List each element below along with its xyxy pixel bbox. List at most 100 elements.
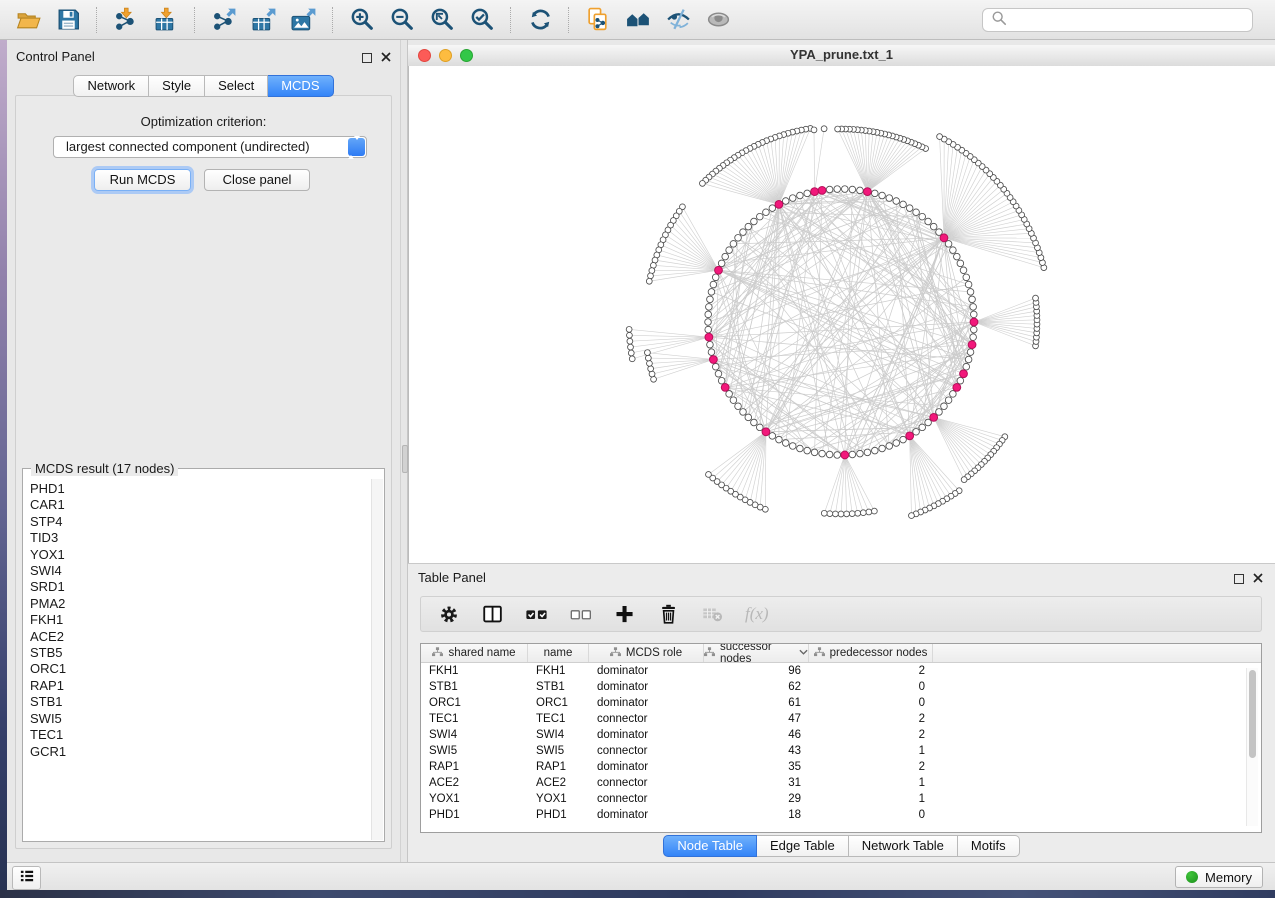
mcds-result-item[interactable]: TEC1 xyxy=(30,727,370,743)
run-mcds-button[interactable]: Run MCDS xyxy=(94,169,191,191)
mcds-result-item[interactable]: STB1 xyxy=(30,694,370,710)
hide-selected-icon[interactable] xyxy=(663,5,693,35)
tab-node-table[interactable]: Node Table xyxy=(663,835,757,857)
table-scrollbar[interactable] xyxy=(1246,668,1258,826)
table-scrollbar-thumb[interactable] xyxy=(1249,670,1256,758)
first-neighbors-icon[interactable] xyxy=(623,5,653,35)
status-bar: Memory xyxy=(7,862,1275,890)
mcds-result-item[interactable]: STB5 xyxy=(30,645,370,661)
column-header-MCDS-role[interactable]: MCDS role xyxy=(589,644,704,662)
table-row[interactable]: PHD1PHD1dominator180 xyxy=(421,807,1261,823)
refresh-icon[interactable] xyxy=(525,5,555,35)
cell-shared-name: ORC1 xyxy=(421,697,528,709)
deselect-all-icon[interactable] xyxy=(569,602,593,626)
network-graph[interactable] xyxy=(409,66,1274,563)
cell-name: TEC1 xyxy=(528,713,589,725)
search-input[interactable] xyxy=(1013,12,1252,29)
zoom-selected-icon[interactable] xyxy=(467,5,497,35)
show-all-icon[interactable] xyxy=(703,5,733,35)
float-panel-icon[interactable] xyxy=(362,53,372,63)
select-all-icon[interactable] xyxy=(525,602,549,626)
cell-MCDS-role: dominator xyxy=(589,729,704,741)
maximize-window-icon[interactable] xyxy=(460,49,473,62)
table-row[interactable]: FKH1FKH1dominator962 xyxy=(421,663,1261,679)
export-network-icon[interactable] xyxy=(209,5,239,35)
cell-successor-nodes: 35 xyxy=(704,761,809,773)
tab-select[interactable]: Select xyxy=(205,75,268,97)
close-panel-button[interactable]: Close panel xyxy=(204,169,310,191)
table-row[interactable]: ACE2ACE2connector311 xyxy=(421,775,1261,791)
mcds-result-item[interactable]: YOX1 xyxy=(30,547,370,563)
mcds-result-item[interactable]: PMA2 xyxy=(30,596,370,612)
dropdown-stepper-icon xyxy=(348,138,365,156)
network-window-titlebar[interactable]: YPA_prune.txt_1 xyxy=(408,45,1275,67)
save-file-icon[interactable] xyxy=(53,5,83,35)
tab-mcds[interactable]: MCDS xyxy=(268,75,333,97)
mcds-result-item[interactable]: TID3 xyxy=(30,530,370,546)
tab-edge-table[interactable]: Edge Table xyxy=(757,835,849,857)
cell-successor-nodes: 61 xyxy=(704,697,809,709)
column-header-name[interactable]: name xyxy=(528,644,589,662)
close-window-icon[interactable] xyxy=(418,49,431,62)
mcds-result-item[interactable]: SWI5 xyxy=(30,711,370,727)
chevron-down-icon[interactable] xyxy=(799,647,808,659)
table-row[interactable]: SWI4SWI4dominator462 xyxy=(421,727,1261,743)
tab-network-table[interactable]: Network Table xyxy=(849,835,958,857)
mcds-result-item[interactable]: ACE2 xyxy=(30,629,370,645)
tab-style[interactable]: Style xyxy=(149,75,205,97)
zoom-out-icon[interactable] xyxy=(387,5,417,35)
column-header-predecessor-nodes[interactable]: predecessor nodes xyxy=(809,644,933,662)
table-row[interactable]: TEC1TEC1connector472 xyxy=(421,711,1261,727)
memory-button[interactable]: Memory xyxy=(1175,866,1263,888)
table-settings-icon[interactable] xyxy=(437,602,461,626)
optimization-criterion-dropdown[interactable]: largest connected component (undirected) xyxy=(53,136,367,158)
mcds-result-item[interactable]: ORC1 xyxy=(30,661,370,677)
import-network-icon[interactable] xyxy=(111,5,141,35)
minimize-window-icon[interactable] xyxy=(439,49,452,62)
status-menu-button[interactable] xyxy=(12,866,41,890)
column-header-shared-name[interactable]: shared name xyxy=(421,644,528,662)
mcds-result-item[interactable]: FKH1 xyxy=(30,612,370,628)
mcds-result-list[interactable]: PHD1CAR1STP4TID3YOX1SWI4SRD1PMA2FKH1ACE2… xyxy=(23,481,370,840)
close-table-panel-icon[interactable] xyxy=(1253,570,1263,588)
delete-column-icon[interactable] xyxy=(657,602,681,626)
mcds-result-item[interactable]: RAP1 xyxy=(30,678,370,694)
table-row[interactable]: SWI5SWI5connector431 xyxy=(421,743,1261,759)
table-row[interactable]: STB1STB1dominator620 xyxy=(421,679,1261,695)
cell-successor-nodes: 18 xyxy=(704,809,809,821)
import-table-icon[interactable] xyxy=(151,5,181,35)
search-box[interactable] xyxy=(982,8,1253,32)
desktop-background-bottom xyxy=(0,890,1275,898)
mcds-result-item[interactable]: SWI4 xyxy=(30,563,370,579)
panel-splitter[interactable] xyxy=(400,40,408,862)
zoom-in-icon[interactable] xyxy=(347,5,377,35)
tab-motifs[interactable]: Motifs xyxy=(958,835,1020,857)
copy-network-icon[interactable] xyxy=(583,5,613,35)
table-row[interactable]: YOX1YOX1connector291 xyxy=(421,791,1261,807)
float-table-panel-icon[interactable] xyxy=(1234,574,1244,584)
result-scrollbar[interactable] xyxy=(371,479,383,840)
split-panel-icon[interactable] xyxy=(481,602,505,626)
cell-MCDS-role: dominator xyxy=(589,665,704,677)
cell-name: SWI4 xyxy=(528,729,589,741)
cell-name: RAP1 xyxy=(528,761,589,773)
export-image-icon[interactable] xyxy=(289,5,319,35)
network-view-window: YPA_prune.txt_1 xyxy=(408,45,1275,563)
cell-shared-name: TEC1 xyxy=(421,713,528,725)
column-header-successor-nodes[interactable]: successor nodes xyxy=(704,644,809,662)
table-row[interactable]: RAP1RAP1dominator352 xyxy=(421,759,1261,775)
mcds-result-item[interactable]: PHD1 xyxy=(30,481,370,497)
mcds-result-item[interactable]: STP4 xyxy=(30,514,370,530)
network-canvas[interactable] xyxy=(408,66,1275,563)
table-row[interactable]: ORC1ORC1dominator610 xyxy=(421,695,1261,711)
add-column-icon[interactable] xyxy=(613,602,637,626)
zoom-fit-icon[interactable] xyxy=(427,5,457,35)
close-panel-icon[interactable] xyxy=(381,49,391,67)
export-table-icon[interactable] xyxy=(249,5,279,35)
mcds-result-item[interactable]: GCR1 xyxy=(30,744,370,760)
node-table[interactable]: shared namenameMCDS rolesuccessor nodesp… xyxy=(420,643,1262,833)
tab-network[interactable]: Network xyxy=(73,75,149,97)
open-folder-icon[interactable] xyxy=(13,5,43,35)
mcds-result-item[interactable]: CAR1 xyxy=(30,497,370,513)
mcds-result-item[interactable]: SRD1 xyxy=(30,579,370,595)
